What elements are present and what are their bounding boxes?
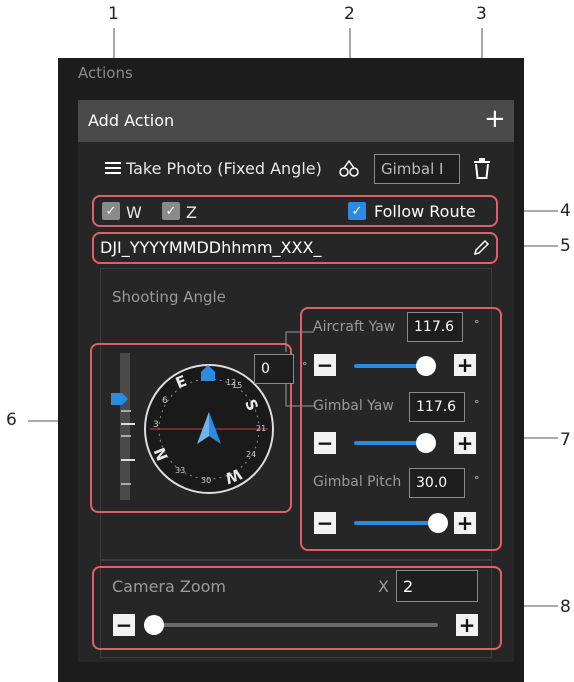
aircraft-yaw-plus-button[interactable]: + bbox=[454, 354, 476, 376]
compass-num-24: 24 bbox=[246, 450, 257, 459]
aircraft-yaw-minus-button[interactable]: − bbox=[314, 354, 336, 376]
gimbal-field[interactable]: Gimbal I bbox=[374, 154, 460, 184]
pitch-tick-4 bbox=[121, 410, 131, 412]
zoom-minus-button[interactable]: − bbox=[113, 614, 135, 636]
add-action-plus-icon[interactable]: + bbox=[484, 104, 506, 134]
action-name: Take Photo (Fixed Angle) bbox=[126, 159, 322, 178]
gimbal-yaw-knob[interactable] bbox=[416, 433, 436, 453]
compass-num-6: 6 bbox=[162, 396, 168, 406]
compass-num-15: 15 bbox=[232, 381, 243, 390]
pitch-tick-5 bbox=[121, 435, 131, 437]
zoom-track[interactable] bbox=[146, 623, 438, 627]
drag-handle-icon[interactable] bbox=[105, 160, 121, 176]
trash-icon[interactable] bbox=[472, 158, 492, 180]
gimbal-pitch-minus-button[interactable]: − bbox=[314, 512, 336, 534]
gimbal-yaw-degree: ° bbox=[474, 398, 480, 411]
camera-zoom-title: Camera Zoom bbox=[112, 577, 226, 596]
gimbal-pitch-input[interactable]: 30.0 bbox=[409, 468, 465, 498]
gimbal-pitch-plus-button[interactable]: + bbox=[454, 512, 476, 534]
w-label: W bbox=[126, 203, 142, 222]
gimbal-pitch-degree: ° bbox=[474, 474, 480, 487]
pitch-tick-3 bbox=[121, 483, 131, 485]
z-label: Z bbox=[186, 203, 197, 222]
shooting-angle-title: Shooting Angle bbox=[112, 288, 226, 306]
heading-marker-icon[interactable] bbox=[200, 364, 216, 382]
pitch-vertical-slider[interactable] bbox=[120, 353, 130, 500]
aircraft-yaw-label: Aircraft Yaw bbox=[313, 319, 396, 335]
filename-value[interactable]: DJI_YYYYMMDDhhmm_XXX_ bbox=[100, 238, 321, 257]
compass-num-30: 30 bbox=[201, 476, 212, 485]
aircraft-yaw-degree: ° bbox=[474, 318, 480, 331]
gimbal-yaw-input[interactable]: 117.6 bbox=[409, 392, 465, 422]
compass-arrow-icon bbox=[197, 412, 221, 444]
follow-route-checkbox[interactable]: ✓ bbox=[348, 202, 366, 220]
gimbal-pitch-label: Gimbal Pitch bbox=[313, 474, 402, 490]
gimbal-yaw-plus-button[interactable]: + bbox=[454, 432, 476, 454]
zoom-plus-button[interactable]: + bbox=[456, 614, 478, 636]
add-action-label: Add Action bbox=[88, 111, 175, 130]
zoom-input[interactable]: 2 bbox=[396, 570, 478, 602]
panel-title: Actions bbox=[78, 64, 133, 82]
gimbal-yaw-minus-button[interactable]: − bbox=[314, 432, 336, 454]
pitch-handle-icon[interactable] bbox=[110, 392, 130, 406]
aircraft-yaw-input[interactable]: 117.6 bbox=[407, 312, 463, 342]
compass-num-21: 21 bbox=[256, 424, 267, 433]
compass-num-3: 3 bbox=[153, 420, 159, 430]
aircraft-yaw-knob[interactable] bbox=[416, 356, 436, 376]
gimbal-pitch-knob[interactable] bbox=[428, 513, 448, 533]
follow-route-label: Follow Route bbox=[374, 202, 476, 221]
pitch-tick-1 bbox=[121, 423, 135, 425]
pitch-tick-2 bbox=[121, 459, 135, 461]
zoom-knob[interactable] bbox=[144, 615, 164, 635]
compass-num-33: 33 bbox=[175, 466, 186, 475]
gimbal-yaw-label: Gimbal Yaw bbox=[313, 398, 394, 414]
edit-pencil-icon[interactable] bbox=[472, 239, 490, 257]
z-checkbox[interactable]: ✓ bbox=[162, 202, 180, 220]
zoom-x-label: X bbox=[378, 577, 389, 596]
w-checkbox[interactable]: ✓ bbox=[102, 202, 120, 220]
action-type-icon[interactable] bbox=[338, 158, 360, 180]
